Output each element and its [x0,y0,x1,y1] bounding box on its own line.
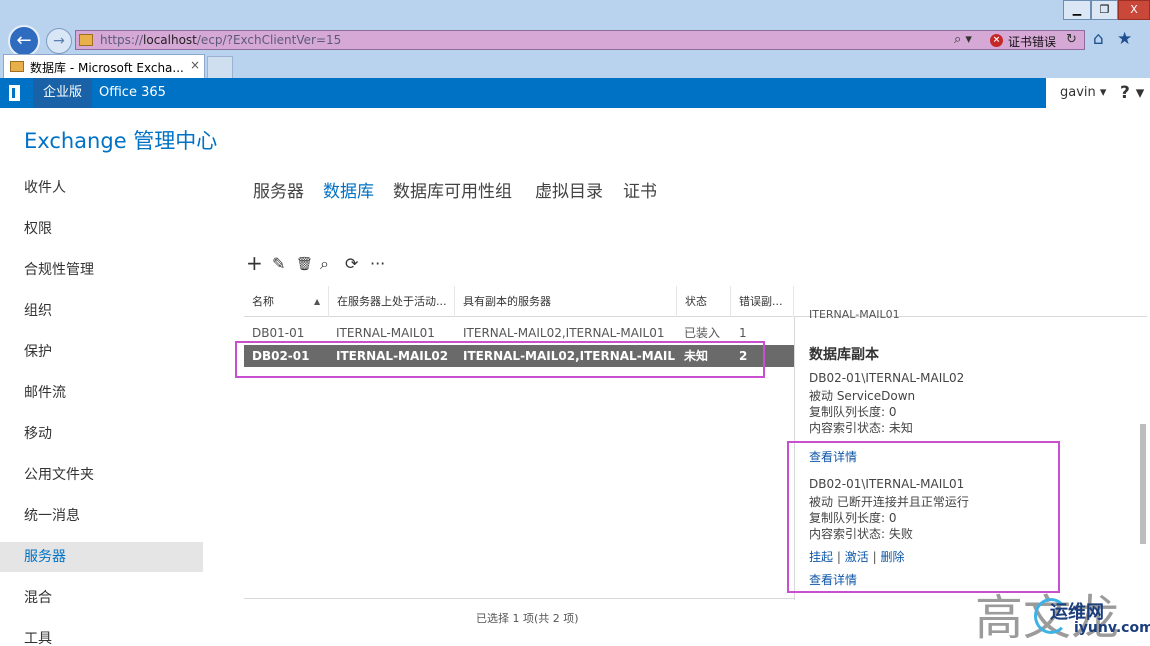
nav-item-mail-flow[interactable]: 邮件流 [0,378,203,408]
delete-icon[interactable]: 🗑 [296,257,313,272]
nav-item-hybrid[interactable]: 混合 [0,583,203,613]
column-header-active-server[interactable]: 在服务器上处于活动... [328,286,454,317]
edition-link[interactable]: 企业版 [33,78,93,108]
tab-databases[interactable]: 数据库 [323,177,374,202]
add-icon[interactable]: + [246,251,263,275]
tab-dag[interactable]: 数据库可用性组 [393,177,512,202]
cert-error-icon: × [990,34,1003,47]
address-bar[interactable]: https://localhost/ecp/?ExchClientVer=15 … [75,30,1085,50]
close-window-button[interactable]: X [1118,0,1150,20]
column-name-label: 名称 [252,295,274,308]
tab-certificates[interactable]: 证书 [623,177,657,202]
url-text[interactable]: https://localhost/ecp/?ExchClientVer=15 [100,33,341,47]
tab-virtual-directories[interactable]: 虚拟目录 [535,177,603,202]
new-tab-button[interactable] [207,56,233,78]
nav-item-permissions[interactable]: 权限 [0,214,203,244]
grid-header: 名称 ▲ 在服务器上处于活动... 具有副本的服务器 状态 错误副... [244,286,1147,317]
back-button[interactable]: ← [8,25,40,57]
column-header-servers[interactable]: 具有副本的服务器 [454,286,676,317]
details-scrollbar[interactable] [1140,424,1146,544]
highlight-box-row [235,341,765,378]
search-dropdown-icon[interactable]: ⌕ ▾ [954,32,972,47]
browser-tab[interactable]: 数据库 - Microsoft Excha... × [3,54,205,78]
refresh-icon[interactable]: ⟳ [345,254,358,273]
tab-title: 数据库 - Microsoft Excha... [30,61,184,75]
nav-item-protection[interactable]: 保护 [0,337,203,367]
sort-ascending-icon: ▲ [314,297,321,306]
watermark-logo-sub: iyunv.com [1074,620,1150,636]
nav-item-unified-messaging[interactable]: 统一消息 [0,501,203,531]
nav-item-mobile[interactable]: 移动 [0,419,203,449]
url-prefix: https:// [100,33,144,47]
copy1-name: DB02-01\ITERNAL-MAIL02 [809,371,965,385]
details-cut-text: ITERNAL-MAIL01 [809,308,900,321]
office-logo-icon[interactable] [9,85,20,101]
screen: ▁ ❐ X ← → https://localhost/ecp/?ExchCli… [0,0,1150,646]
tab-close-icon[interactable]: × [190,58,200,72]
tab-favicon-icon [10,61,24,72]
nav-item-organization[interactable]: 组织 [0,296,203,326]
office-bar: 企业版 Office 365 gavin ▾ ? ▾ [0,78,1150,108]
search-icon[interactable]: ⌕ [320,254,329,274]
office365-link[interactable]: Office 365 [99,78,166,108]
edit-icon[interactable]: ✎ [272,254,285,273]
url-host: localhost [143,33,197,47]
url-path: /ecp/?ExchClientVer=15 [196,33,342,47]
column-header-errors[interactable]: 错误副... [730,286,794,317]
page-favicon-icon [79,34,93,46]
nav-item-recipients[interactable]: 收件人 [0,173,203,203]
copy1-index: 内容索引状态: 未知 [809,421,913,435]
app-title: Exchange 管理中心 [24,129,218,153]
column-header-status[interactable]: 状态 [676,286,730,317]
arrow-left-icon: ← [16,30,32,51]
maximize-button[interactable]: ❐ [1091,0,1118,20]
grid-bottom-divider [244,598,794,599]
nav-item-servers[interactable]: 服务器 [0,542,203,572]
more-icon[interactable]: ··· [370,254,385,273]
minimize-button[interactable]: ▁ [1063,0,1091,20]
arrow-right-icon: → [53,33,65,49]
home-icon[interactable]: ⌂ [1093,29,1104,49]
forward-button[interactable]: → [46,28,72,54]
nav-item-tools[interactable]: 工具 [0,624,203,646]
tab-servers[interactable]: 服务器 [253,177,304,202]
highlight-box-details [787,441,1060,593]
user-menu[interactable]: gavin ▾ [1046,78,1114,108]
details-title: 数据库副本 [809,347,879,363]
nav-item-compliance[interactable]: 合规性管理 [0,255,203,285]
browser-chrome: ▁ ❐ X ← → https://localhost/ecp/?ExchCli… [0,0,1150,78]
copy1-state: 被动 ServiceDown [809,389,916,403]
nav-item-public-folders[interactable]: 公用文件夹 [0,460,203,490]
column-header-name[interactable]: 名称 ▲ [244,286,328,317]
favorites-star-icon[interactable]: ★ [1117,29,1132,49]
help-menu[interactable]: ? ▾ [1114,78,1150,108]
refresh-icon[interactable]: ↻ [1066,32,1077,47]
selection-status: 已选择 1 项(共 2 项) [476,612,579,625]
copy1-queue: 复制队列长度: 0 [809,405,897,419]
cert-error-label[interactable]: 证书错误 [1008,33,1056,50]
